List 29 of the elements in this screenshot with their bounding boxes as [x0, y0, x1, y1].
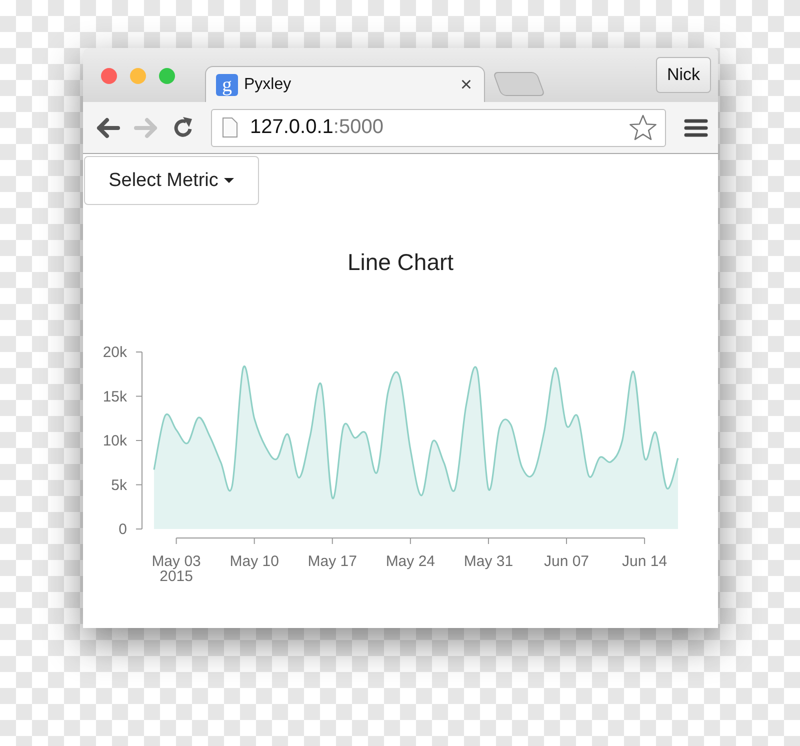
window-control-button[interactable]	[130, 68, 146, 84]
y-tick-label: 10k	[102, 432, 127, 450]
menu-icon[interactable]	[684, 118, 708, 138]
x-tick-label: May 24	[386, 553, 436, 570]
back-button[interactable]	[95, 116, 121, 138]
url-text: 127.0.0.1:5000	[250, 116, 384, 139]
profile-button[interactable]: Nick	[656, 57, 711, 93]
x-tick-label: May 31	[464, 553, 514, 570]
select-metric-dropdown[interactable]: Select Metric	[84, 156, 259, 205]
y-tick-label: 20k	[102, 344, 127, 361]
x-tick-label: May 10	[230, 553, 279, 570]
close-tab-button[interactable]: ×	[460, 74, 472, 94]
star-icon[interactable]	[629, 114, 657, 141]
y-tick-label: 0	[118, 521, 127, 538]
x-tick-label: May 17	[308, 553, 357, 570]
page-icon	[222, 117, 238, 138]
x-tick-label: Jun 07	[544, 553, 590, 570]
favicon-icon: g	[216, 74, 238, 96]
tab-title: Pyxley	[244, 76, 292, 94]
browser-tab[interactable]: g Pyxley ×	[205, 66, 485, 102]
y-tick-label: 15k	[102, 388, 127, 406]
window-control-button[interactable]	[101, 68, 117, 84]
window-control-button[interactable]	[159, 68, 175, 84]
x-tick-label: May 03	[152, 553, 201, 570]
address-bar[interactable]: 127.0.0.1:5000	[211, 108, 666, 146]
year-label: 2015	[160, 568, 193, 585]
chart-title: Line Chart	[347, 249, 454, 275]
y-tick-label: 5k	[111, 476, 127, 494]
x-tick-label: Jun 14	[622, 553, 668, 570]
